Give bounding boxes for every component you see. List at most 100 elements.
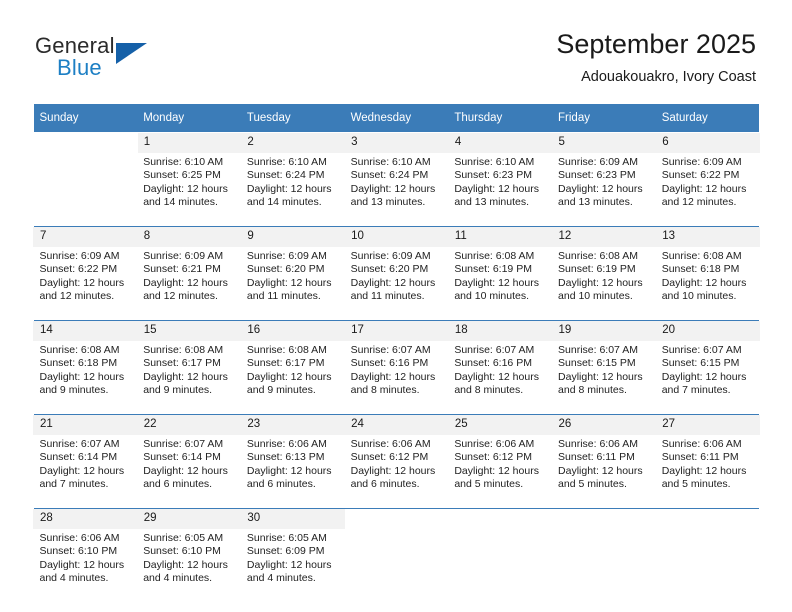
day-detail-cell: Sunrise: 6:06 AM Sunset: 6:13 PM Dayligh… [240, 435, 345, 508]
day-number-cell[interactable]: 27 [655, 415, 760, 435]
day-number-cell[interactable]: 3 [344, 133, 449, 153]
daylight-text-line1: Daylight: 12 hours [350, 276, 436, 289]
sunset-text: Sunset: 6:11 PM [661, 451, 739, 464]
daylight-text-line1: Daylight: 12 hours [454, 276, 539, 289]
general-blue-logo[interactable]: General Blue [35, 33, 265, 89]
daylight-text-line2: and 9 minutes. [246, 384, 316, 397]
sunrise-text: Sunrise: 6:09 AM [143, 250, 224, 262]
day-number-cell[interactable]: 9 [240, 227, 346, 247]
day-number-cell[interactable]: 19 [551, 321, 657, 341]
sunrise-text: Sunrise: 6:09 AM [558, 156, 638, 168]
day-number-cell[interactable]: 29 [136, 509, 242, 529]
day-number-cell[interactable]: 14 [33, 321, 138, 341]
daylight-text-line2: and 10 minutes. [454, 290, 530, 303]
day-detail-cell: Sunrise: 6:07 AM Sunset: 6:16 PM Dayligh… [448, 341, 553, 414]
sunset-text: Sunset: 6:11 PM [558, 451, 635, 464]
daylight-text-line2: and 6 minutes. [246, 478, 316, 491]
day-number-cell[interactable]: 30 [240, 509, 346, 529]
daylight-text-line2: and 10 minutes. [661, 290, 737, 303]
sunrise-text: Sunrise: 6:09 AM [350, 250, 431, 262]
sunrise-text: Sunrise: 6:08 AM [558, 250, 638, 262]
daylight-text-line2: and 14 minutes. [246, 196, 322, 209]
daylight-text-line2: and 13 minutes. [454, 196, 530, 209]
day-detail-cell: Sunrise: 6:09 AM Sunset: 6:20 PM Dayligh… [240, 247, 345, 320]
day-number-cell[interactable]: 16 [240, 321, 346, 341]
day-number-cell[interactable]: 24 [344, 415, 449, 435]
sunrise-text: Sunrise: 6:06 AM [246, 438, 327, 450]
day-number-cell[interactable]: 2 [240, 133, 346, 153]
week-4-details: Sunrise: 6:07 AM Sunset: 6:14 PM Dayligh… [33, 435, 760, 508]
calendar-header-row: Sunday Monday Tuesday Wednesday Thursday… [33, 104, 760, 132]
sunset-text: Sunset: 6:10 PM [39, 545, 118, 558]
day-number-cell[interactable]: 1 [136, 133, 242, 153]
daylight-text-line2: and 8 minutes. [454, 384, 524, 397]
daylight-text-line1: Daylight: 12 hours [143, 558, 228, 571]
day-number-cell[interactable]: 25 [447, 415, 553, 435]
sunset-text: Sunset: 6:19 PM [454, 263, 532, 276]
day-number-cell[interactable]: 7 [33, 227, 138, 247]
daylight-text-line2: and 9 minutes. [143, 384, 213, 397]
day-detail-cell: Sunrise: 6:09 AM Sunset: 6:23 PM Dayligh… [552, 153, 656, 226]
daylight-text-line2: and 5 minutes. [661, 478, 731, 491]
day-number-cell[interactable]: 26 [551, 415, 657, 435]
sunrise-text: Sunrise: 6:07 AM [143, 438, 224, 450]
sunset-text: Sunset: 6:16 PM [350, 357, 429, 370]
daylight-text-line1: Daylight: 12 hours [661, 464, 747, 477]
day-detail-cell: Sunrise: 6:06 AM Sunset: 6:10 PM Dayligh… [33, 529, 138, 602]
day-detail-cell [344, 529, 449, 602]
sunrise-text: Sunrise: 6:06 AM [350, 438, 431, 450]
daylight-text-line2: and 5 minutes. [558, 478, 627, 491]
title-block: September 2025 Adouakouakro, Ivory Coast [556, 28, 756, 87]
sunrise-text: Sunrise: 6:08 AM [143, 344, 224, 356]
daylight-text-line2: and 12 minutes. [39, 290, 115, 303]
daylight-text-line1: Daylight: 12 hours [246, 276, 332, 289]
daylight-text-line1: Daylight: 12 hours [558, 370, 643, 383]
sunset-text: Sunset: 6:22 PM [39, 263, 118, 276]
sunrise-text: Sunrise: 6:09 AM [246, 250, 327, 262]
day-number-cell[interactable]: 12 [551, 227, 657, 247]
day-number-cell[interactable]: 8 [136, 227, 242, 247]
day-number-cell[interactable]: 11 [447, 227, 553, 247]
sunset-text: Sunset: 6:22 PM [661, 169, 740, 182]
day-detail-cell: Sunrise: 6:10 AM Sunset: 6:23 PM Dayligh… [448, 153, 553, 226]
day-number-cell[interactable]: 17 [344, 321, 449, 341]
day-number-cell[interactable]: 21 [33, 415, 138, 435]
sunset-text: Sunset: 6:24 PM [246, 169, 325, 182]
sunset-text: Sunset: 6:20 PM [350, 263, 429, 276]
day-detail-cell [655, 529, 760, 602]
daylight-text-line1: Daylight: 12 hours [39, 558, 125, 571]
week-2-daynumbers: 7 8 9 10 11 12 13 [33, 227, 760, 247]
daylight-text-line1: Daylight: 12 hours [558, 182, 643, 195]
day-number-cell[interactable]: 28 [33, 509, 138, 529]
day-number-cell [344, 509, 449, 529]
day-number-cell[interactable]: 10 [344, 227, 449, 247]
daylight-text-line1: Daylight: 12 hours [246, 464, 332, 477]
day-number-cell[interactable]: 23 [240, 415, 346, 435]
daylight-text-line2: and 8 minutes. [558, 384, 627, 397]
day-number-cell[interactable]: 22 [136, 415, 242, 435]
sunrise-text: Sunrise: 6:10 AM [350, 156, 431, 168]
daylight-text-line2: and 7 minutes. [39, 478, 109, 491]
weekday-header-tuesday: Tuesday [240, 104, 345, 132]
day-detail-cell: Sunrise: 6:07 AM Sunset: 6:16 PM Dayligh… [344, 341, 449, 414]
day-detail-cell: Sunrise: 6:07 AM Sunset: 6:14 PM Dayligh… [33, 435, 138, 508]
day-number-cell [33, 133, 138, 153]
daylight-text-line2: and 9 minutes. [39, 384, 109, 397]
daylight-text-line2: and 6 minutes. [143, 478, 213, 491]
day-number-cell[interactable]: 4 [447, 133, 553, 153]
day-detail-cell: Sunrise: 6:08 AM Sunset: 6:18 PM Dayligh… [655, 247, 760, 320]
sunset-text: Sunset: 6:14 PM [143, 451, 221, 464]
sunset-text: Sunset: 6:13 PM [246, 451, 325, 464]
daylight-text-line2: and 7 minutes. [661, 384, 731, 397]
day-number-cell[interactable]: 6 [655, 133, 760, 153]
page-title: September 2025 [556, 29, 756, 59]
day-number-cell[interactable]: 15 [136, 321, 242, 341]
sunset-text: Sunset: 6:20 PM [246, 263, 325, 276]
day-number-cell[interactable]: 20 [655, 321, 760, 341]
daylight-text-line1: Daylight: 12 hours [558, 276, 643, 289]
sunrise-text: Sunrise: 6:06 AM [39, 532, 120, 544]
day-number-cell[interactable]: 5 [551, 133, 657, 153]
day-number-cell[interactable]: 13 [655, 227, 760, 247]
calendar-page: General Blue September 2025 Adouakouakro… [0, 0, 792, 612]
day-number-cell[interactable]: 18 [447, 321, 553, 341]
